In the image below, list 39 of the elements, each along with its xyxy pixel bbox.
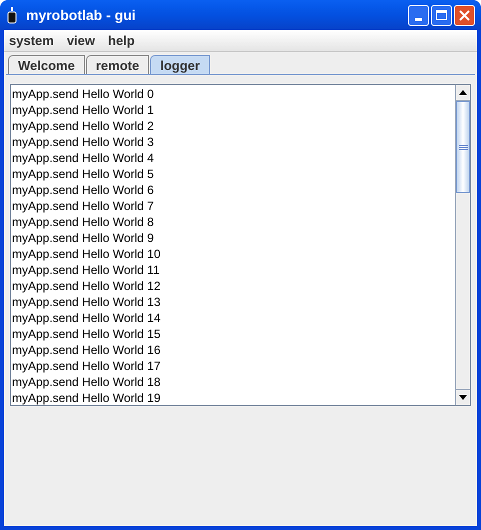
log-line: myApp.send Hello World 12 <box>12 278 162 294</box>
scroll-thumb[interactable] <box>456 101 470 193</box>
tab[interactable]: logger <box>150 55 210 74</box>
log-line: myApp.send Hello World 1 <box>12 102 155 118</box>
log-line: myApp.send Hello World 15 <box>12 326 162 342</box>
log-line: myApp.send Hello World 16 <box>12 342 162 358</box>
log-line: myApp.send Hello World 6 <box>12 182 155 198</box>
log-line: myApp.send Hello World 9 <box>12 230 155 246</box>
log-line: myApp.send Hello World 19 <box>12 390 162 405</box>
log-line: myApp.send Hello World 0 <box>12 86 155 102</box>
menu-item[interactable]: system <box>9 30 54 50</box>
log-line: myApp.send Hello World 10 <box>12 246 162 262</box>
log-line: myApp.send Hello World 11 <box>12 262 161 278</box>
menu-item[interactable]: view <box>66 30 95 50</box>
window-title: myrobotlab - gui <box>26 6 136 25</box>
scrollbar[interactable] <box>455 85 470 405</box>
log-line: myApp.send Hello World 2 <box>12 118 155 134</box>
grip-icon <box>458 144 468 150</box>
close-icon <box>459 10 470 20</box>
tab[interactable]: remote <box>86 55 150 74</box>
log-line: myApp.send Hello World 5 <box>12 166 155 182</box>
log-line: myApp.send Hello World 14 <box>12 310 162 326</box>
log-line: myApp.send Hello World 18 <box>12 374 162 390</box>
tab[interactable]: Welcome <box>8 55 85 74</box>
close-button[interactable] <box>454 4 475 26</box>
log-line: myApp.send Hello World 13 <box>12 294 162 310</box>
down-arrow-icon <box>459 395 467 400</box>
maximize-button[interactable] <box>431 4 452 26</box>
up-arrow-icon <box>459 90 467 95</box>
log-line: myApp.send Hello World 4 <box>12 150 155 166</box>
log-line: myApp.send Hello World 17 <box>12 358 162 374</box>
log-line: myApp.send Hello World 7 <box>12 198 155 214</box>
log-line: myApp.send Hello World 8 <box>12 214 155 230</box>
minimize-button[interactable] <box>408 4 429 26</box>
menu-item[interactable]: help <box>108 30 135 50</box>
minimize-icon <box>415 18 422 20</box>
maximize-icon <box>436 10 447 20</box>
log-line: myApp.send Hello World 3 <box>12 134 155 150</box>
robot-icon <box>6 6 18 24</box>
